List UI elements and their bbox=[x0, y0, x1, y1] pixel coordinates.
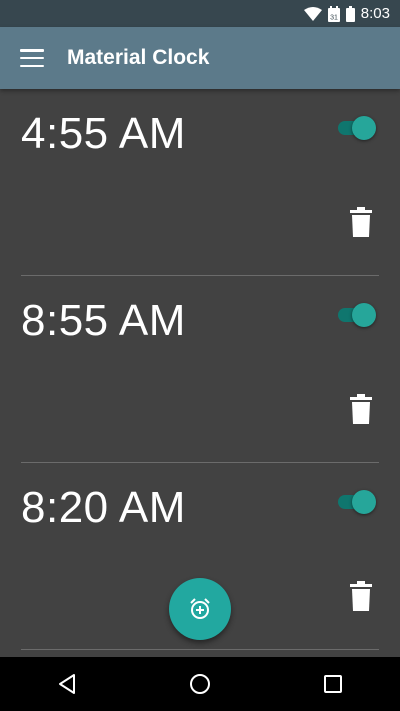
status-time: 8:03 bbox=[360, 5, 390, 22]
menu-icon[interactable] bbox=[20, 49, 44, 67]
page-title: Material Clock bbox=[67, 46, 210, 69]
status-bar: 31 8:03 bbox=[0, 0, 400, 27]
trash-icon[interactable] bbox=[349, 581, 373, 611]
add-alarm-button[interactable] bbox=[169, 578, 231, 640]
alarm-item[interactable]: 8:55 AM bbox=[21, 276, 379, 463]
home-icon[interactable] bbox=[180, 664, 220, 704]
add-alarm-icon bbox=[190, 598, 210, 619]
calendar-icon: 31 bbox=[327, 5, 340, 22]
trash-icon[interactable] bbox=[349, 394, 373, 424]
calendar-day-label: 31 bbox=[330, 14, 338, 21]
alarm-item[interactable]: 4:55 AM bbox=[21, 89, 379, 276]
alarm-toggle[interactable] bbox=[338, 116, 376, 140]
alarm-time[interactable]: 4:55 AM bbox=[21, 109, 186, 159]
alarm-time[interactable]: 8:55 AM bbox=[21, 296, 186, 346]
wifi-icon bbox=[303, 6, 322, 21]
alarm-list: 4:55 AM 8:55 AM 8:20 AM bbox=[0, 89, 400, 650]
alarm-toggle[interactable] bbox=[338, 303, 376, 327]
alarm-time[interactable]: 8:20 AM bbox=[21, 483, 186, 533]
alarm-toggle[interactable] bbox=[338, 490, 376, 514]
battery-icon bbox=[345, 5, 355, 22]
back-icon[interactable] bbox=[47, 664, 87, 704]
trash-icon[interactable] bbox=[349, 207, 373, 237]
app-bar: Material Clock bbox=[0, 27, 400, 89]
system-nav-bar bbox=[0, 657, 400, 711]
recents-icon[interactable] bbox=[313, 664, 353, 704]
